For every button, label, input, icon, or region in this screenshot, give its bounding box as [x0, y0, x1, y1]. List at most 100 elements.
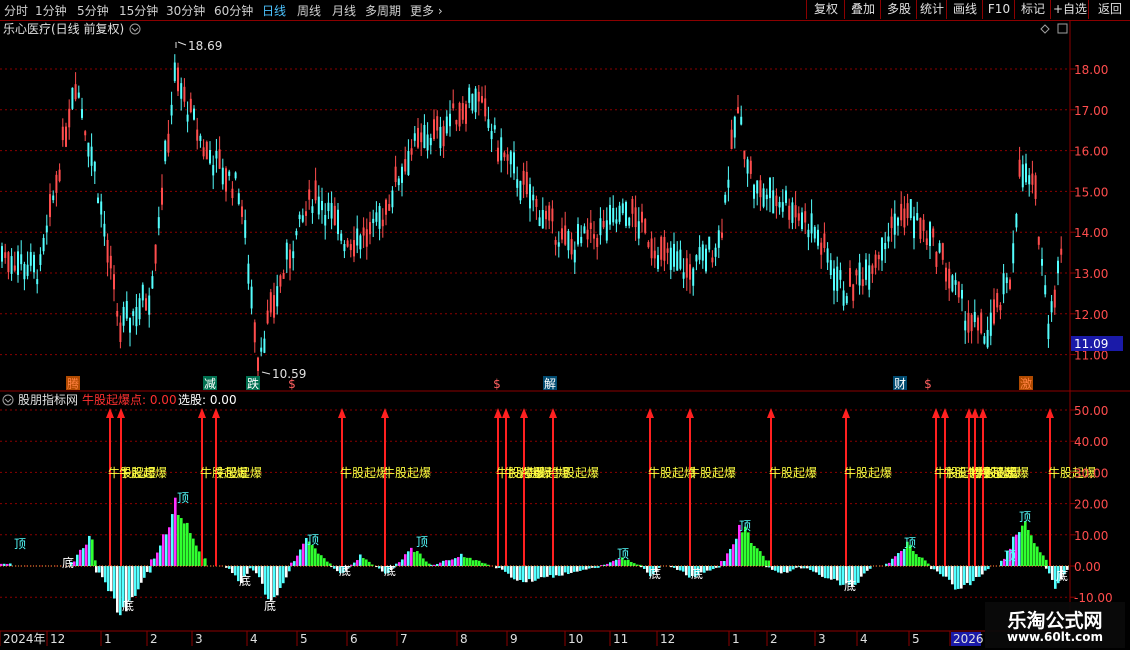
indicator-bar — [422, 558, 425, 566]
candle-body — [721, 232, 723, 238]
candle-body — [516, 179, 519, 188]
candle-body — [465, 104, 467, 124]
indicator-bar — [98, 566, 101, 573]
indicator-bar — [612, 560, 615, 566]
indicator-bar — [231, 566, 234, 574]
f10-button[interactable]: F10 — [982, 0, 1015, 19]
indicator-bar — [555, 566, 558, 576]
indicator-bar — [94, 560, 97, 566]
adjust-button[interactable]: 复权 — [806, 0, 845, 19]
candle-body — [925, 238, 928, 245]
candle-body — [538, 217, 541, 226]
indicator-dropdown-icon[interactable] — [2, 394, 14, 406]
candle-body — [685, 258, 688, 278]
mark-button[interactable]: 标记 — [1014, 0, 1051, 19]
candle-body — [100, 201, 103, 215]
panel-maximize-icon[interactable] — [1057, 23, 1068, 34]
candle-body — [436, 116, 439, 131]
candle-body — [257, 357, 259, 371]
indicator-bar — [180, 518, 183, 566]
indicator-tick-label: 0.00 — [1074, 560, 1101, 574]
event-marker: 解 — [544, 377, 556, 391]
top-label: 顶 — [416, 535, 428, 549]
candle-body — [986, 329, 989, 348]
indicator-bar — [762, 555, 765, 566]
indicator-bar — [564, 566, 567, 573]
statistics-button[interactable]: 统计 — [916, 0, 947, 19]
indicator-bar — [682, 566, 685, 572]
indicator-bar — [445, 560, 448, 566]
candle-body — [625, 201, 627, 226]
indicator-bar — [723, 561, 726, 566]
multi-stock-button[interactable]: 多股 — [880, 0, 917, 19]
diamond-icon[interactable] — [1040, 24, 1050, 34]
candle-body — [449, 113, 451, 127]
indicator-bar — [273, 566, 276, 598]
indicator-bar — [401, 559, 404, 566]
candle-body — [65, 126, 67, 147]
candle-body — [730, 129, 733, 149]
candle-body — [311, 206, 314, 214]
price-tick-label: 17.00 — [1074, 104, 1108, 118]
candle-body — [849, 268, 851, 287]
indicator-bar — [957, 566, 960, 589]
candle-body — [209, 150, 211, 164]
draw-line-button[interactable]: 画线 — [946, 0, 983, 19]
date-label: 9 — [510, 632, 518, 646]
date-label: 2 — [150, 632, 158, 646]
period-tab-weekly[interactable]: 周线 — [297, 2, 321, 19]
indicator-bar — [368, 561, 371, 566]
period-tab-60min[interactable]: 60分钟 — [214, 2, 253, 19]
indicator-bar — [419, 553, 422, 566]
candle-body — [343, 243, 346, 252]
period-tab-more[interactable]: 更多 › — [410, 2, 443, 19]
candle-body — [23, 263, 26, 280]
indicator-bar — [1045, 559, 1048, 566]
candle-body — [327, 202, 330, 212]
period-tab-intraday[interactable]: 分时 — [4, 2, 28, 19]
candle-body — [141, 284, 144, 301]
candle-body — [282, 272, 285, 279]
event-marker: $ — [493, 377, 501, 391]
signal-arrow-head — [686, 408, 694, 418]
candle-body — [161, 187, 163, 205]
candle-body — [487, 119, 490, 128]
candle-body — [173, 62, 176, 82]
indicator-bar — [296, 555, 299, 566]
candle-body — [724, 194, 727, 203]
indicator-bar — [942, 566, 945, 577]
candle-body — [385, 199, 387, 215]
add-watchlist-button[interactable]: +自选 — [1050, 0, 1089, 19]
candle-body — [1047, 323, 1050, 340]
period-tab-30min[interactable]: 30分钟 — [166, 2, 205, 19]
period-tab-15min[interactable]: 15分钟 — [119, 2, 158, 19]
candle-body — [183, 86, 186, 102]
candle-body — [705, 248, 707, 272]
period-tab-multi[interactable]: 多周期 — [365, 2, 401, 19]
date-label: 5 — [300, 632, 308, 646]
candle-body — [1053, 289, 1056, 308]
candle-body — [477, 91, 480, 102]
period-tab-monthly[interactable]: 月线 — [332, 2, 356, 19]
period-tab-5min[interactable]: 5分钟 — [77, 2, 109, 19]
indicator-bar — [1042, 555, 1045, 566]
candle-body — [273, 295, 275, 318]
signal-label: 牛股起爆 — [340, 465, 388, 480]
indicator-bar — [107, 566, 110, 592]
indicator-bar — [753, 545, 756, 566]
date-label: 2026 — [953, 632, 984, 646]
indicator-bar — [299, 549, 302, 566]
back-button[interactable]: 返回 — [1088, 0, 1130, 19]
overlay-button[interactable]: 叠加 — [844, 0, 881, 19]
event-marker: $ — [924, 377, 932, 391]
indicator-bar — [765, 560, 768, 566]
candle-body — [404, 159, 407, 172]
candle-body — [525, 171, 528, 195]
indicator-bar — [726, 553, 729, 566]
period-tab-daily[interactable]: 日线 — [262, 2, 286, 19]
period-tab-1min[interactable]: 1分钟 — [35, 2, 67, 19]
title-dropdown-icon[interactable] — [129, 23, 141, 35]
candle-body — [157, 217, 160, 229]
indicator-bar — [777, 566, 780, 573]
indicator-bar — [818, 566, 821, 575]
